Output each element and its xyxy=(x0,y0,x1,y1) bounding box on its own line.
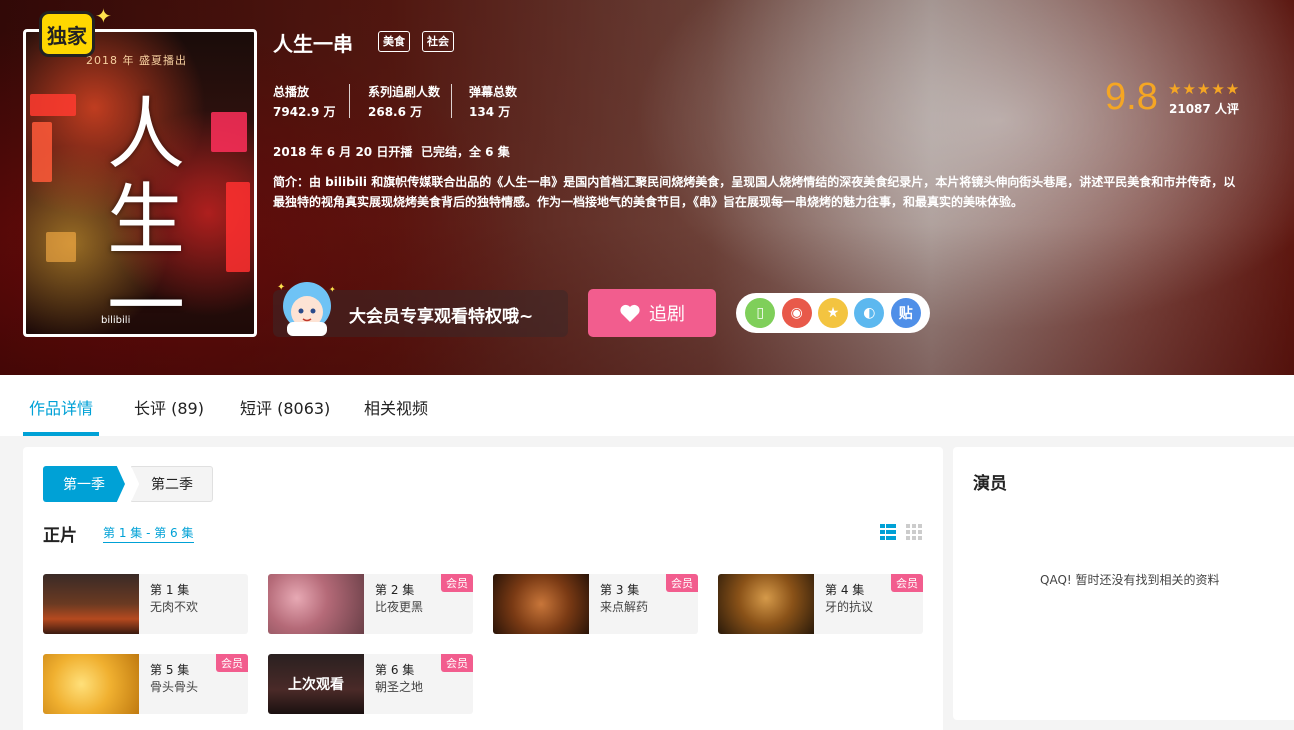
neon-sign xyxy=(226,182,250,272)
sparkle-icon: ✦ xyxy=(95,4,112,28)
description: 简介：由 bilibili 和旗帜传媒联合出品的《人生一串》是国内首档汇聚民间烧… xyxy=(273,175,1236,209)
weibo-icon[interactable]: ◉ xyxy=(781,298,812,328)
show-title: 人生一串 xyxy=(273,32,353,56)
episode-name: 无肉不欢 xyxy=(150,600,199,614)
qq-icon[interactable]: ◐ xyxy=(854,298,885,328)
share-bar: ▯ ◉ ★ ◐ 贴 xyxy=(736,293,930,333)
season-1-tab[interactable]: 第一季 xyxy=(43,466,125,502)
last-watched-overlay: 上次观看 xyxy=(288,677,344,693)
episode-thumbnail xyxy=(268,574,364,634)
episode-range[interactable]: 第 1 集 - 第 6 集 xyxy=(103,524,194,543)
episode-card[interactable]: 第 5 集 骨头骨头 会员 xyxy=(43,654,248,714)
vip-badge: 会员 xyxy=(891,574,923,592)
vip-badge: 会员 xyxy=(666,574,698,592)
exclusive-badge: 独家 xyxy=(39,11,95,57)
episode-name: 牙的抗议 xyxy=(825,600,874,614)
tab-long-reviews[interactable]: 长评 (89) xyxy=(134,395,204,419)
hero-banner: 2018 年 盛夏播出 人生一串 bilibili 独家 ✦ 人生一串 美食 社… xyxy=(0,0,1294,375)
season-2-tab[interactable]: 第二季 xyxy=(131,466,213,502)
tab-related-videos[interactable]: 相关视频 xyxy=(364,395,428,419)
premiere-date: 2018 年 6 月 20 日开播 xyxy=(273,145,413,159)
tieba-icon[interactable]: 贴 xyxy=(890,298,921,328)
section-title: 正片 xyxy=(43,526,77,546)
divider xyxy=(349,84,350,118)
episode-number: 第 3 集 xyxy=(600,583,640,597)
grid-view-icon[interactable] xyxy=(906,524,922,540)
neon-sign xyxy=(46,232,76,262)
episode-name: 来点解药 xyxy=(600,600,649,614)
divider xyxy=(451,84,452,118)
vip-badge: 会员 xyxy=(216,654,248,672)
phone-icon[interactable]: ▯ xyxy=(745,298,776,328)
episode-thumbnail xyxy=(43,654,139,714)
rating-score: 9.8 xyxy=(1105,76,1158,118)
mascot-icon: ✦ ✦ xyxy=(277,282,336,336)
vip-badge: 会员 xyxy=(441,654,473,672)
tab-bar: 作品详情 长评 (89) 短评 (8063) 相关视频 xyxy=(0,375,1294,436)
episodes-panel: 第一季 第二季 正片 第 1 集 - 第 6 集 第 1 集 无肉不欢 第 2 … xyxy=(23,447,943,730)
neon-sign xyxy=(211,112,247,152)
rating-count: 21087 人评 xyxy=(1169,102,1239,116)
poster-title: 人生一串 xyxy=(106,90,185,337)
cast-panel: 演员 QAQ! 暂时还没有找到相关的资料 xyxy=(953,447,1294,720)
cast-title: 演员 xyxy=(973,474,1007,494)
stat-followers-label: 系列追剧人数 xyxy=(368,85,441,99)
stat-danmaku-value: 134 万 xyxy=(469,105,511,119)
episode-status: 已完结，全 6 集 xyxy=(421,145,510,159)
rating-stars-icon: ★★★★★ xyxy=(1168,80,1241,98)
episode-card[interactable]: 第 2 集 比夜更黑 会员 xyxy=(268,574,473,634)
episode-name: 比夜更黑 xyxy=(375,600,424,614)
stat-followers-value: 268.6 万 xyxy=(368,105,423,119)
list-view-icon[interactable] xyxy=(880,524,896,540)
vip-text[interactable]: 大会员专享观看特权哦~ xyxy=(349,302,533,327)
episode-thumbnail xyxy=(43,574,139,634)
tab-short-reviews[interactable]: 短评 (8063) xyxy=(240,395,330,419)
svg-text:✦: ✦ xyxy=(277,282,285,293)
tag-food[interactable]: 美食 xyxy=(378,31,410,52)
tab-active-indicator xyxy=(23,432,99,436)
neon-sign xyxy=(30,94,76,116)
poster-top-text: 2018 年 盛夏播出 xyxy=(86,54,187,67)
poster-image[interactable]: 2018 年 盛夏播出 人生一串 bilibili xyxy=(23,29,257,337)
cast-empty-message: QAQ! 暂时还没有找到相关的资料 xyxy=(1040,573,1220,587)
episode-card[interactable]: 第 4 集 牙的抗议 会员 xyxy=(718,574,923,634)
stat-plays-value: 7942.9 万 xyxy=(273,105,336,119)
poster-footer: bilibili xyxy=(101,315,131,326)
episode-thumbnail xyxy=(493,574,589,634)
episode-thumbnail xyxy=(718,574,814,634)
qzone-icon[interactable]: ★ xyxy=(817,298,848,328)
tag-society[interactable]: 社会 xyxy=(422,31,454,52)
episode-card[interactable]: 上次观看 第 6 集 朝圣之地 会员 xyxy=(268,654,473,714)
follow-label: 追剧 xyxy=(649,304,685,325)
episode-number: 第 1 集 xyxy=(150,583,190,597)
episode-name: 骨头骨头 xyxy=(150,680,199,694)
svg-text:✦: ✦ xyxy=(329,285,336,294)
vip-badge: 会员 xyxy=(441,574,473,592)
episode-name: 朝圣之地 xyxy=(375,680,424,694)
episode-number: 第 2 集 xyxy=(375,583,415,597)
heart-icon xyxy=(620,304,640,322)
episode-card[interactable]: 第 3 集 来点解药 会员 xyxy=(493,574,698,634)
episode-number: 第 4 集 xyxy=(825,583,865,597)
neon-sign xyxy=(32,122,52,182)
episode-number: 第 5 集 xyxy=(150,663,190,677)
stat-plays-label: 总播放 xyxy=(273,85,310,99)
episode-card[interactable]: 第 1 集 无肉不欢 xyxy=(43,574,248,634)
tab-details[interactable]: 作品详情 xyxy=(29,395,93,419)
episode-number: 第 6 集 xyxy=(375,663,415,677)
stat-danmaku-label: 弹幕总数 xyxy=(469,85,518,99)
follow-button[interactable]: 追剧 xyxy=(588,289,716,337)
